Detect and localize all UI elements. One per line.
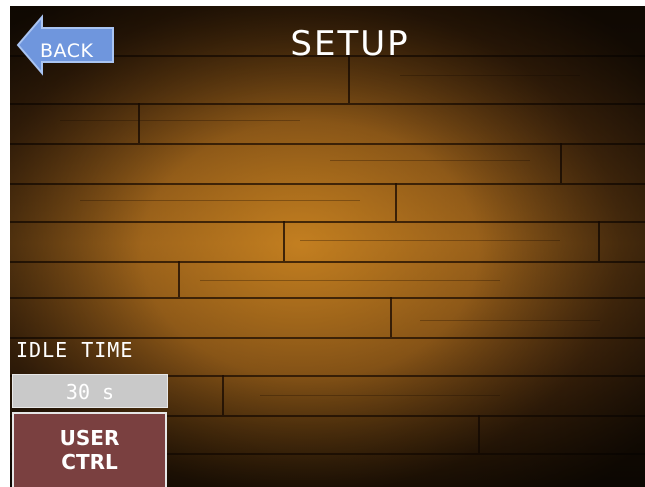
user-ctrl-line2: CTRL [61, 450, 118, 474]
user-ctrl-line1: USER [59, 426, 120, 450]
user-ctrl-button[interactable]: USER CTRL [12, 412, 167, 487]
back-label: BACK [40, 40, 94, 62]
back-button[interactable]: BACK [16, 14, 116, 76]
page-title: SETUP [290, 24, 410, 64]
idle-time-label: IDLE TIME [16, 338, 134, 362]
screen-border-left [0, 0, 10, 487]
screen-border-top [0, 0, 645, 6]
idle-time-value[interactable]: 30 s [12, 374, 168, 408]
